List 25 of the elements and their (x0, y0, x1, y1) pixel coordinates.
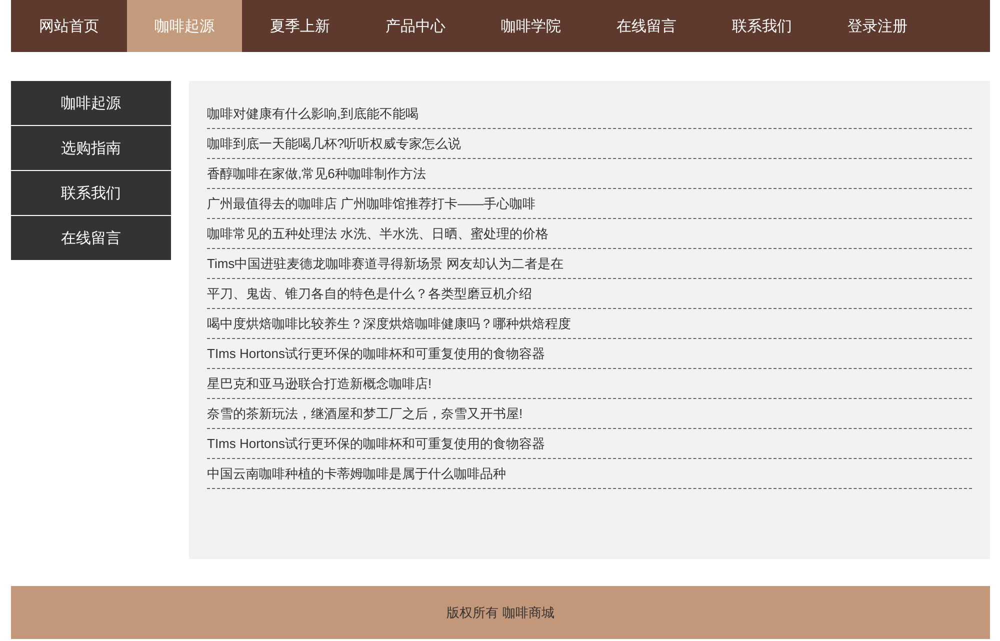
article-link[interactable]: 中国云南咖啡种植的卡蒂姆咖啡是属于什么咖啡品种 (207, 459, 972, 489)
nav-link[interactable]: 联系我们 (704, 0, 820, 52)
nav-link[interactable]: 咖啡学院 (473, 0, 588, 52)
nav-link[interactable]: 夏季上新 (242, 0, 358, 52)
nav-link[interactable]: 网站首页 (11, 0, 126, 52)
article-link[interactable]: 喝中度烘焙咖啡比较养生？深度烘焙咖啡健康吗？哪种烘焙程度 (207, 309, 972, 339)
sidebar-item[interactable]: 咖啡起源 (11, 81, 171, 126)
article-link[interactable]: 咖啡常见的五种处理法 水洗、半水洗、日晒、蜜处理的价格 (207, 219, 972, 249)
article-link[interactable]: 平刀、鬼齿、锥刀各自的特色是什么？各类型磨豆机介绍 (207, 279, 972, 309)
nav-link[interactable]: 产品中心 (358, 0, 473, 52)
nav-link[interactable]: 在线留言 (588, 0, 704, 52)
article-link[interactable]: 奈雪的茶新玩法，继酒屋和梦工厂之后，奈雪又开书屋! (207, 399, 972, 429)
article-link[interactable]: TIms Hortons试行更环保的咖啡杯和可重复使用的食物容器 (207, 429, 972, 459)
article-link[interactable]: 咖啡对健康有什么影响,到底能不能喝 (207, 99, 972, 129)
article-link[interactable]: 广州最值得去的咖啡店 广州咖啡馆推荐打卡——手心咖啡 (207, 189, 972, 219)
copyright-text: 版权所有 咖啡商城 (446, 604, 554, 622)
article-link[interactable]: 咖啡到底一天能喝几杯?听听权威专家怎么说 (207, 129, 972, 159)
article-link[interactable]: Tims中国进驻麦德龙咖啡赛道寻得新场景 网友却认为二者是在 (207, 249, 972, 279)
article-link[interactable]: TIms Hortons试行更环保的咖啡杯和可重复使用的食物容器 (207, 339, 972, 369)
article-link[interactable]: 香醇咖啡在家做,常见6种咖啡制作方法 (207, 159, 972, 189)
sidebar-item[interactable]: 选购指南 (11, 126, 171, 171)
nav-link[interactable]: 登录注册 (820, 0, 935, 52)
sidebar-item[interactable]: 联系我们 (11, 171, 171, 216)
sidebar-item[interactable]: 在线留言 (11, 216, 171, 260)
article-link[interactable]: 星巴克和亚马逊联合打造新概念咖啡店! (207, 369, 972, 399)
